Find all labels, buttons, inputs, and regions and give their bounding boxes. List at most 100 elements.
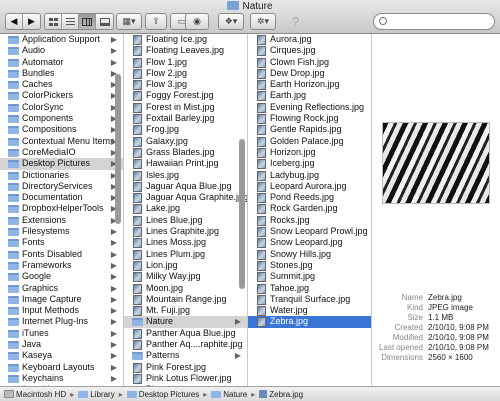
share-button[interactable]: ⇪ [145, 13, 167, 30]
list-item[interactable]: Horizon.jpg [248, 147, 371, 158]
column-nature[interactable]: Aurora.jpg Cirques.jpg Clown Fish.jpg Dew D… [248, 34, 372, 386]
list-item[interactable]: Fonts Disabled ▶ [0, 249, 123, 260]
column-view-button[interactable] [79, 14, 96, 29]
scrollbar[interactable] [239, 139, 245, 289]
list-item[interactable]: Image Capture ▶ [0, 294, 123, 305]
list-item[interactable]: Evening Reflections.jpg [248, 102, 371, 113]
list-item[interactable]: Rocks.jpg [248, 215, 371, 226]
list-item[interactable]: Floating Ice.jpg [124, 34, 247, 45]
list-item[interactable]: Hawaiian Print.jpg [124, 158, 247, 170]
quick-look-button[interactable]: ◉ [185, 13, 209, 30]
path-item[interactable]: Desktop Pictures [126, 390, 199, 399]
list-item[interactable]: DropboxHelperTools ▶ [0, 203, 123, 214]
column-desktop-pictures[interactable]: Floating Ice.jpg Floating Leaves.jpg Flow … [124, 34, 248, 386]
list-item[interactable]: Snow Leopard Prowl.jpg [248, 226, 371, 238]
list-item[interactable]: Dew Drop.jpg [248, 68, 371, 79]
list-item[interactable]: Floating Leaves.jpg [124, 45, 247, 57]
list-item[interactable]: Aurora.jpg [248, 34, 371, 45]
list-item[interactable]: Mountain Range.jpg [124, 294, 247, 305]
list-item[interactable]: Zebra.jpg [248, 316, 371, 328]
list-item[interactable]: Lake.jpg [124, 203, 247, 215]
arrange-button[interactable]: ▦▾ [116, 13, 142, 30]
list-item[interactable]: Caches ▶ [0, 79, 123, 90]
list-item[interactable]: Clown Fish.jpg [248, 57, 371, 68]
list-item[interactable]: Lines Plum.jpg [124, 249, 247, 260]
list-item[interactable]: Google ▶ [0, 271, 123, 282]
list-item[interactable]: Extensions ▶ [0, 215, 123, 226]
list-item[interactable]: Tahoe.jpg [248, 283, 371, 294]
list-item[interactable]: Application Support ▶ [0, 34, 123, 45]
list-item[interactable]: Snowy Hills.jpg [248, 249, 371, 260]
list-item[interactable]: Panther Aqua Blue.jpg [124, 328, 247, 339]
list-item[interactable]: Bundles ▶ [0, 68, 123, 79]
list-item[interactable]: Golden Palace.jpg [248, 136, 371, 147]
list-item[interactable]: Lion.jpg [124, 260, 247, 271]
list-item[interactable]: Compositions ▶ [0, 124, 123, 135]
list-item[interactable]: Lines Moss.jpg [124, 237, 247, 249]
list-item[interactable]: CoreMediaIO ▶ [0, 147, 123, 158]
list-item[interactable]: Lines Graphite.jpg [124, 226, 247, 238]
list-item[interactable]: Lines Blue.jpg [124, 215, 247, 226]
list-item[interactable]: Pink Lotus Flower.jpg [124, 373, 247, 384]
list-item[interactable]: DirectoryServices ▶ [0, 181, 123, 192]
list-item[interactable]: Foxtail Barley.jpg [124, 113, 247, 125]
list-item[interactable]: Nature ▶ [124, 316, 247, 328]
list-item[interactable]: Leopard Aurora.jpg [248, 181, 371, 192]
list-item[interactable]: Tranquil Surface.jpg [248, 294, 371, 305]
list-item[interactable]: Pink Forest.jpg [124, 362, 247, 373]
list-item[interactable]: Earth Horizon.jpg [248, 79, 371, 91]
list-item[interactable]: Internet Plug-Ins ▶ [0, 316, 123, 327]
list-item[interactable]: Ladybug.jpg [248, 170, 371, 181]
help-icon[interactable]: ? [292, 14, 299, 29]
list-item[interactable]: Audio ▶ [0, 45, 123, 56]
list-item[interactable]: Input Methods ▶ [0, 305, 123, 316]
list-item[interactable]: Frog.jpg [124, 124, 247, 136]
list-item[interactable]: Milky Way.jpg [124, 271, 247, 283]
search-field[interactable] [373, 13, 495, 30]
list-item[interactable]: Flow 2.jpg [124, 68, 247, 79]
forward-button[interactable]: ▶ [23, 14, 40, 29]
list-item[interactable]: Desktop Pictures ▶ [0, 158, 123, 170]
list-item[interactable]: Fonts ▶ [0, 237, 123, 248]
list-item[interactable]: Contextual Menu Items ▶ [0, 136, 123, 147]
list-item[interactable]: Patterns ▶ [124, 350, 247, 361]
list-item[interactable]: Panther Aq....raphite.jpg [124, 339, 247, 351]
column-library[interactable]: Application Support ▶ Audio ▶ Automator ▶ Bund… [0, 34, 124, 386]
list-item[interactable]: Flow 1.jpg [124, 57, 247, 68]
list-item[interactable]: Frameworks ▶ [0, 260, 123, 271]
list-item[interactable]: Keyboard Layouts ▶ [0, 362, 123, 373]
list-item[interactable]: Components ▶ [0, 113, 123, 124]
list-item[interactable]: Foggy Forest.jpg [124, 90, 247, 102]
list-item[interactable]: Moon.jpg [124, 283, 247, 294]
list-item[interactable]: Dictionaries ▶ [0, 170, 123, 181]
list-item[interactable]: Flowing Rock.jpg [248, 113, 371, 125]
list-item[interactable]: Kaseya ▶ [0, 350, 123, 361]
list-item[interactable]: Stones.jpg [248, 260, 371, 271]
list-item[interactable]: Jaguar Aqua Blue.jpg [124, 181, 247, 192]
list-item[interactable]: Gentle Rapids.jpg [248, 124, 371, 136]
list-item[interactable]: Automator ▶ [0, 57, 123, 68]
path-item[interactable]: Library [78, 390, 115, 399]
list-item[interactable]: Keychains ▶ [0, 373, 123, 384]
list-item[interactable]: Snow Leopard.jpg [248, 237, 371, 249]
list-item[interactable]: Mt. Fuji.jpg [124, 305, 247, 317]
list-item[interactable]: ColorSync ▶ [0, 102, 123, 113]
scrollbar[interactable] [115, 74, 121, 224]
list-item[interactable]: Galaxy.jpg [124, 136, 247, 147]
path-item[interactable]: Macintosh HD [4, 390, 66, 399]
list-item[interactable]: Earth.jpg [248, 90, 371, 102]
list-item[interactable]: Documentation ▶ [0, 192, 123, 203]
icon-view-button[interactable] [45, 14, 62, 29]
list-item[interactable]: Rock Garden.jpg [248, 203, 371, 215]
list-item[interactable]: Iceberg.jpg [248, 158, 371, 170]
dropbox-button[interactable]: ❖▾ [218, 13, 244, 30]
list-item[interactable]: Forest in Mist.jpg [124, 102, 247, 113]
list-item[interactable]: Summit.jpg [248, 271, 371, 283]
list-item[interactable]: Filesystems ▶ [0, 226, 123, 237]
list-item[interactable]: Water.jpg [248, 305, 371, 317]
list-item[interactable]: Flow 3.jpg [124, 79, 247, 91]
path-item[interactable]: Nature [211, 390, 247, 399]
list-item[interactable]: Cirques.jpg [248, 45, 371, 57]
path-item[interactable]: Zebra.jpg [259, 390, 303, 399]
list-item[interactable]: Graphics ▶ [0, 283, 123, 294]
